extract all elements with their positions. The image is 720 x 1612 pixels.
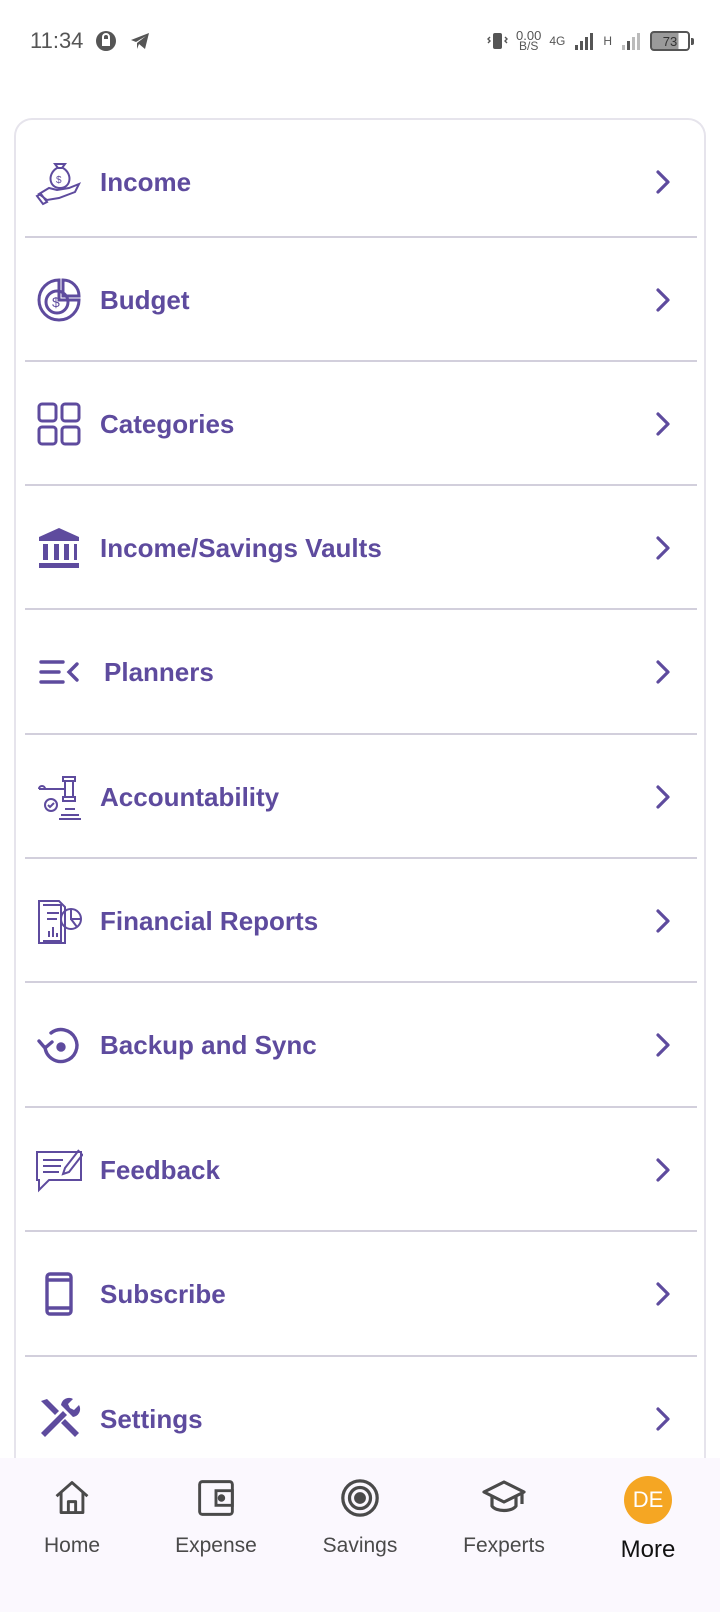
menu-item-label: Income [100,166,192,197]
vpn-lock-icon [95,30,117,52]
svg-text:$: $ [56,175,62,186]
menu-item-planners[interactable]: Planners [25,610,697,734]
signal-icon [573,30,595,52]
menu-item-backup-sync[interactable]: Backup and Sync [25,983,697,1107]
menu-item-label: Settings [100,1403,203,1434]
list-collapse-icon [35,648,83,696]
menu-item-label: Budget [100,284,190,315]
nav-expense[interactable]: Expense [144,1458,288,1612]
status-left: 11:34 [30,28,151,54]
chevron-right-icon [656,170,670,194]
nav-savings[interactable]: Savings [288,1458,432,1612]
menu-item-categories[interactable]: Categories [25,362,697,486]
chevron-right-icon [656,660,670,684]
nav-more[interactable]: DE More [576,1458,720,1612]
menu-item-label: Income/Savings Vaults [100,532,382,563]
nav-fexperts[interactable]: Fexperts [432,1458,576,1612]
menu-item-subscribe[interactable]: Subscribe [25,1232,697,1356]
menu-item-label: Feedback [100,1154,220,1185]
menu-item-label: Accountability [100,781,280,812]
gavel-icon [35,773,83,821]
graduation-cap-icon [482,1476,526,1520]
feedback-icon [35,1146,83,1194]
signal-label: H [603,34,612,48]
menu-card: $ Income $ Budget Categories Income/Savi… [14,118,706,1518]
phone-icon [35,1270,83,1318]
money-bag-hand-icon: $ [35,158,83,206]
nav-label: Expense [175,1534,257,1557]
menu-item-label: Categories [100,408,235,439]
menu-item-budget[interactable]: $ Budget [25,238,697,362]
menu-item-income[interactable]: $ Income [25,120,697,244]
menu-item-feedback[interactable]: Feedback [25,1108,697,1232]
signal-weak-icon [620,30,642,52]
nav-label: Savings [322,1534,398,1557]
status-right: 0.00 B/S 4G H 73 [486,29,694,53]
target-icon [338,1476,382,1520]
menu-item-label: Subscribe [100,1278,226,1309]
menu-item-vaults[interactable]: Income/Savings Vaults [25,486,697,610]
nav-label: More [620,1536,676,1563]
vibrate-icon [486,30,508,52]
chevron-right-icon [656,785,670,809]
net-speed-unit: B/S [518,39,539,53]
bank-icon [35,524,83,572]
nav-home[interactable]: Home [0,1458,144,1612]
menu-item-label: Financial Reports [100,905,319,936]
bottom-nav: Home Expense Savings Fexperts DE More [0,1458,720,1612]
home-icon [50,1476,94,1520]
menu-item-label: Planners [104,656,214,687]
chevron-right-icon [656,536,670,560]
telegram-icon [129,30,151,52]
menu-item-financial-reports[interactable]: Financial Reports [25,859,697,983]
report-chart-icon [35,897,83,945]
menu-item-label: Backup and Sync [100,1029,317,1060]
grid-icon [35,400,83,448]
wallet-icon [194,1476,238,1520]
history-icon [35,1021,83,1069]
chevron-right-icon [656,1158,670,1182]
nav-label: Fexperts [463,1534,545,1557]
net-speed: 0.00 B/S [516,29,541,53]
status-bar: 11:34 0.00 B/S 4G H 73 [0,0,720,82]
avatar: DE [624,1476,672,1524]
chevron-right-icon [656,1282,670,1306]
chevron-right-icon [656,288,670,312]
status-time: 11:34 [30,28,84,53]
svg-text:$: $ [52,294,60,310]
chevron-right-icon [656,1033,670,1057]
chevron-right-icon [656,412,670,436]
budget-pie-dollar-icon: $ [35,276,83,324]
nav-label: Home [43,1534,101,1557]
chevron-right-icon [656,909,670,933]
menu-item-accountability[interactable]: Accountability [25,735,697,859]
battery-indicator: 73 [650,31,694,51]
chevron-right-icon [656,1407,670,1431]
network-type: 4G [549,34,566,48]
tools-icon [35,1395,83,1443]
